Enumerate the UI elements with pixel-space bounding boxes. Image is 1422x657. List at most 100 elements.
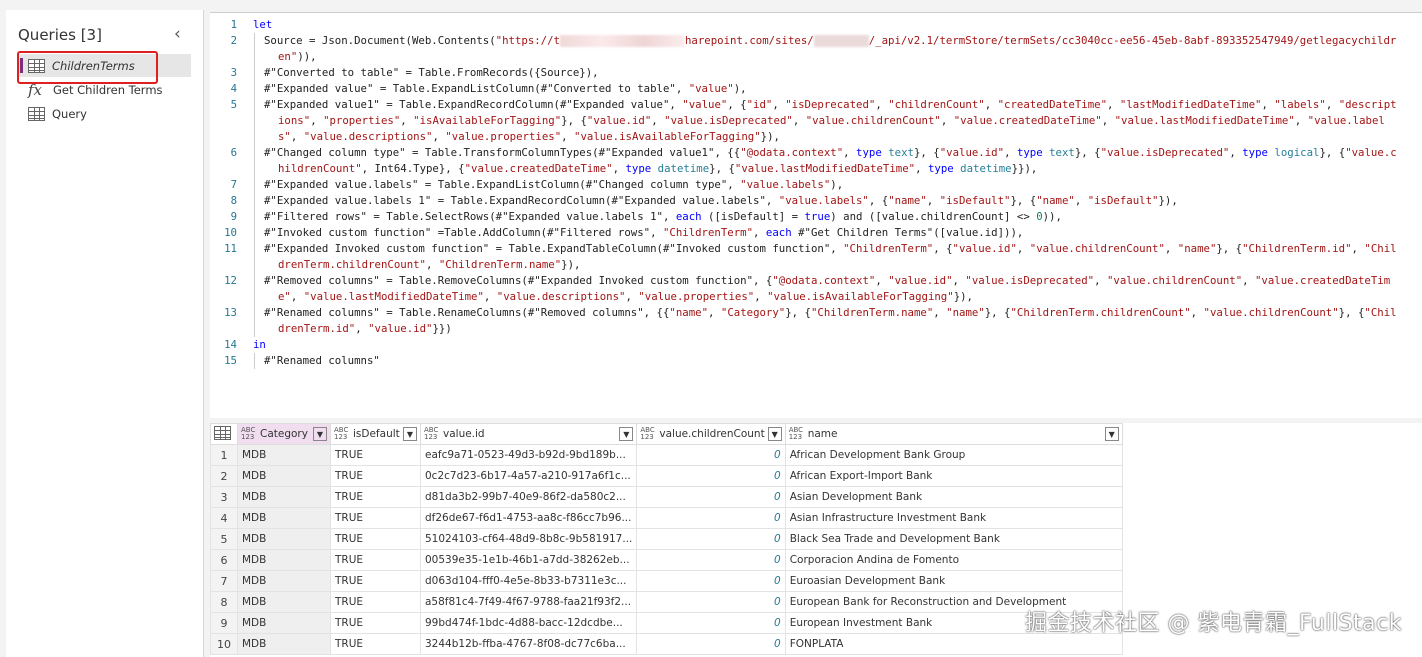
code-line: 8 #"Expanded value.labels 1" = Table.Expa… <box>210 193 1422 209</box>
code-token: "value.isDeprecated" <box>664 114 793 127</box>
code-token: "value.createdDateTime" <box>464 162 613 175</box>
column-header-value-childrencount[interactable]: ABC 123 value.childrenCount ▼ <box>636 423 786 445</box>
table-row[interactable]: 8 MDB TRUE a58f81c4-7f49-4f67-9788-faa21f93… <box>210 591 1123 613</box>
code-token: , { <box>868 194 889 207</box>
any-type-icon[interactable]: ABC 123 <box>424 427 440 441</box>
code-text: #"Changed column type" = Table.Transform… <box>264 145 1422 177</box>
code-token: "value.properties" <box>638 290 755 303</box>
code-token: , <box>662 210 676 223</box>
code-token: #"Invoked custom function" <box>662 242 831 255</box>
table-row[interactable]: 2 MDB TRUE 0c2c7d23-6b17-4a57-a210-917a6f1c… <box>210 465 1123 487</box>
row-number[interactable]: 8 <box>210 591 238 613</box>
table-row[interactable]: 6 MDB TRUE 00539e35-1e1b-46b1-a7dd-38262eb.… <box>210 549 1123 571</box>
code-token: "value.isDeprecated" <box>965 274 1095 287</box>
code-token: }, { <box>1074 146 1101 159</box>
select-all-table-icon[interactable] <box>210 423 238 445</box>
code-token: , <box>1294 114 1308 127</box>
line-number: 12 <box>224 274 237 287</box>
code-token: , <box>952 274 966 287</box>
table-row[interactable]: 5 MDB TRUE 51024103-cf64-48d9-8b8c-9b581917… <box>210 528 1123 550</box>
table-cell: TRUE <box>330 507 421 529</box>
code-line: 13 #"Renamed columns" = Table.RenameColum… <box>210 305 1422 337</box>
code-token: "childrenCount" <box>888 98 985 111</box>
table-row[interactable]: 9 MDB TRUE 99bd474f-1bdc-4d88-bacc-12dcdbe.… <box>210 612 1123 634</box>
code-token: , <box>727 178 741 191</box>
filter-dropdown-icon[interactable]: ▼ <box>767 427 782 441</box>
code-token: "value.createdDateTime" <box>953 114 1102 127</box>
any-type-icon[interactable]: ABC 123 <box>241 427 257 441</box>
queries-panel: Queries [3] ‹ ChildrenTerms fx Get Child… <box>6 10 204 657</box>
chevron-left-icon[interactable]: ‹ <box>174 24 181 44</box>
code-token: , <box>1325 98 1339 111</box>
row-number[interactable]: 2 <box>210 465 238 487</box>
query-item-query[interactable]: Query <box>18 102 191 125</box>
code-token: , {{ <box>714 146 741 159</box>
code-token: "isDefault" <box>1087 194 1159 207</box>
table-cell: MDB <box>237 570 331 592</box>
filter-dropdown-icon[interactable]: ▼ <box>313 427 327 441</box>
table-row[interactable]: 7 MDB TRUE d063d104-fff0-4e5e-8b33-b7311e3c… <box>210 570 1123 592</box>
column-header-isdefault[interactable]: ABC 123 isDefault ▼ <box>330 423 421 445</box>
line-number: 8 <box>230 194 237 207</box>
table-cell: TRUE <box>330 612 421 634</box>
row-number[interactable]: 5 <box>210 528 238 550</box>
code-text: #"Invoked custom function" =Table.AddCol… <box>264 225 1422 241</box>
code-token: )), <box>297 50 317 63</box>
code-token: , <box>875 98 889 111</box>
code-token: }), <box>953 290 973 303</box>
code-token: "name" <box>1177 242 1217 255</box>
table-row[interactable]: 4 MDB TRUE df26de67-f6d1-4753-aa8c-f86cc7b9… <box>210 507 1123 529</box>
table-row[interactable]: 10 MDB TRUE 3244b12b-ffba-4767-8f08-dc77c6b… <box>210 633 1123 655</box>
code-text: #"Expanded Invoked custom function" = Ta… <box>264 241 1422 273</box>
column-header-category[interactable]: ABC 123 Category ▼ <box>237 423 331 445</box>
code-token: "value.lastModifiedDateTime" <box>734 162 916 175</box>
column-header-name[interactable]: ABC 123 name ▼ <box>784 423 1123 445</box>
advanced-editor[interactable]: 1 let 2 Source = Json.Document(Web.Contents… <box>210 12 1422 418</box>
row-number[interactable]: 6 <box>210 549 238 571</box>
code-token: each <box>675 210 702 223</box>
table-cell: TRUE <box>330 591 421 613</box>
any-type-icon[interactable]: ABC 123 <box>640 427 656 441</box>
code-token: = Table.ExpandListColumn( <box>418 178 586 191</box>
any-type-icon[interactable]: ABC 123 <box>789 427 805 441</box>
any-type-icon[interactable]: ABC 123 <box>334 427 350 441</box>
code-token: "value.properties" <box>445 130 562 143</box>
table-cell: 99bd474f-1bdc-4d88-bacc-12dcdbe... <box>419 612 638 634</box>
code-token: #"Renamed columns" <box>264 306 380 319</box>
table-row[interactable]: 1 MDB TRUE eafc9a71-0523-49d3-b92d-9bd189b.… <box>210 444 1123 466</box>
table-cell: 0c2c7d23-6b17-4a57-a210-917a6f1c... <box>419 465 638 487</box>
code-text: #"Filtered rows" = Table.SelectRows(#"Ex… <box>264 209 1422 225</box>
code-token: = Table.ExpandRecordColumn( <box>379 98 560 111</box>
filter-dropdown-icon[interactable]: ▼ <box>1104 427 1119 441</box>
code-token: type <box>927 162 954 175</box>
code-token: }, { <box>1216 242 1243 255</box>
code-token: "lastModifiedDateTime" <box>1119 98 1262 111</box>
row-number[interactable]: 3 <box>210 486 238 508</box>
table-row[interactable]: 3 MDB TRUE d81da3b2-99b7-40e9-86f2-da580c2.… <box>210 486 1123 508</box>
row-number[interactable]: 1 <box>210 444 238 466</box>
table-cell: 51024103-cf64-48d9-8b8c-9b581917... <box>419 528 638 550</box>
code-line: 2 Source = Json.Document(Web.Contents("ht… <box>210 33 1422 65</box>
code-token: "ChildrenTerm.id" <box>1242 242 1352 255</box>
code-token: #"Filtered rows" <box>264 210 367 223</box>
code-token <box>813 35 869 47</box>
row-number[interactable]: 9 <box>210 612 238 634</box>
code-token: "name" <box>1036 194 1075 207</box>
code-token: }, { <box>984 306 1011 319</box>
table-cell: d81da3b2-99b7-40e9-86f2-da580c2... <box>419 486 638 508</box>
code-token: ), <box>830 178 844 191</box>
row-number[interactable]: 7 <box>210 570 238 592</box>
code-token: , <box>933 306 947 319</box>
code-token: ([isDefault] = <box>701 210 805 223</box>
code-line: 9 #"Filtered rows" = Table.SelectRows(#"E… <box>210 209 1422 225</box>
row-number[interactable]: 10 <box>210 633 238 655</box>
column-header-value-id[interactable]: ABC 123 value.id ▼ <box>419 423 638 445</box>
code-token: }, { <box>1010 194 1037 207</box>
filter-dropdown-icon[interactable]: ▼ <box>619 427 634 441</box>
code-token: , <box>984 98 998 111</box>
row-number[interactable]: 4 <box>210 507 238 529</box>
code-token: , { <box>933 242 953 255</box>
filter-dropdown-icon[interactable]: ▼ <box>403 427 417 441</box>
table-cell: Euroasian Development Bank <box>784 570 1123 592</box>
table-cell: TRUE <box>330 486 421 508</box>
